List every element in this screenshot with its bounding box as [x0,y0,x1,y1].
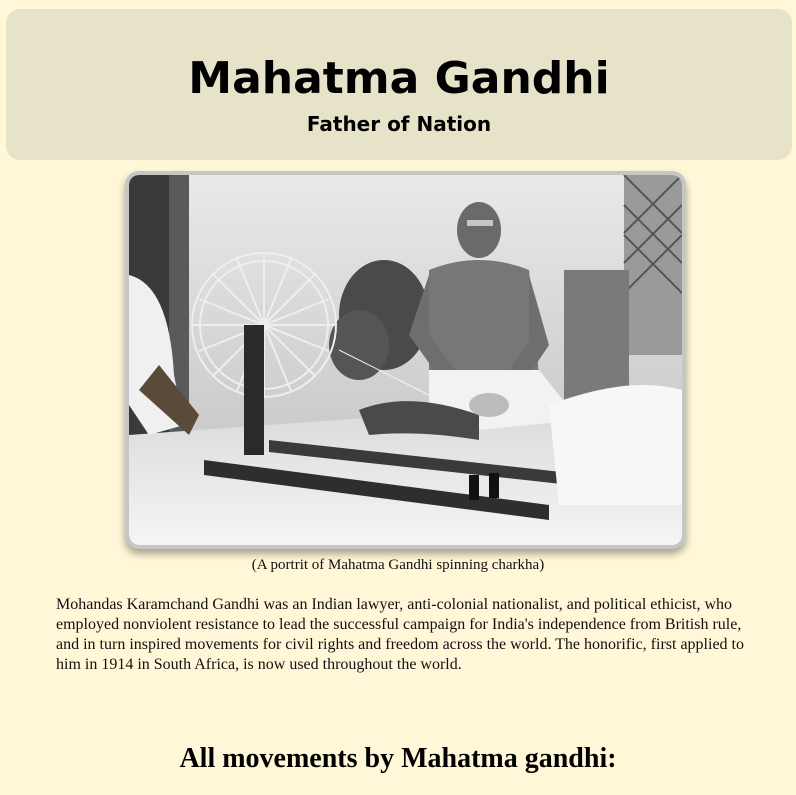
page-subtitle: Father of Nation [306,112,492,136]
page-title: Mahatma Gandhi [188,53,610,104]
movements-section-title: All movements by Mahatma gandhi: [179,743,617,774]
photo-caption: (A portrit of Mahatma Gandhi spinning ch… [251,557,545,573]
photo-illustration [129,175,682,545]
page-header: Mahatma Gandhi Father of Nation [6,9,792,160]
biography-paragraph: Mohandas Karamchand Gandhi was an Indian… [56,596,744,673]
gandhi-charkha-photo [125,171,686,549]
